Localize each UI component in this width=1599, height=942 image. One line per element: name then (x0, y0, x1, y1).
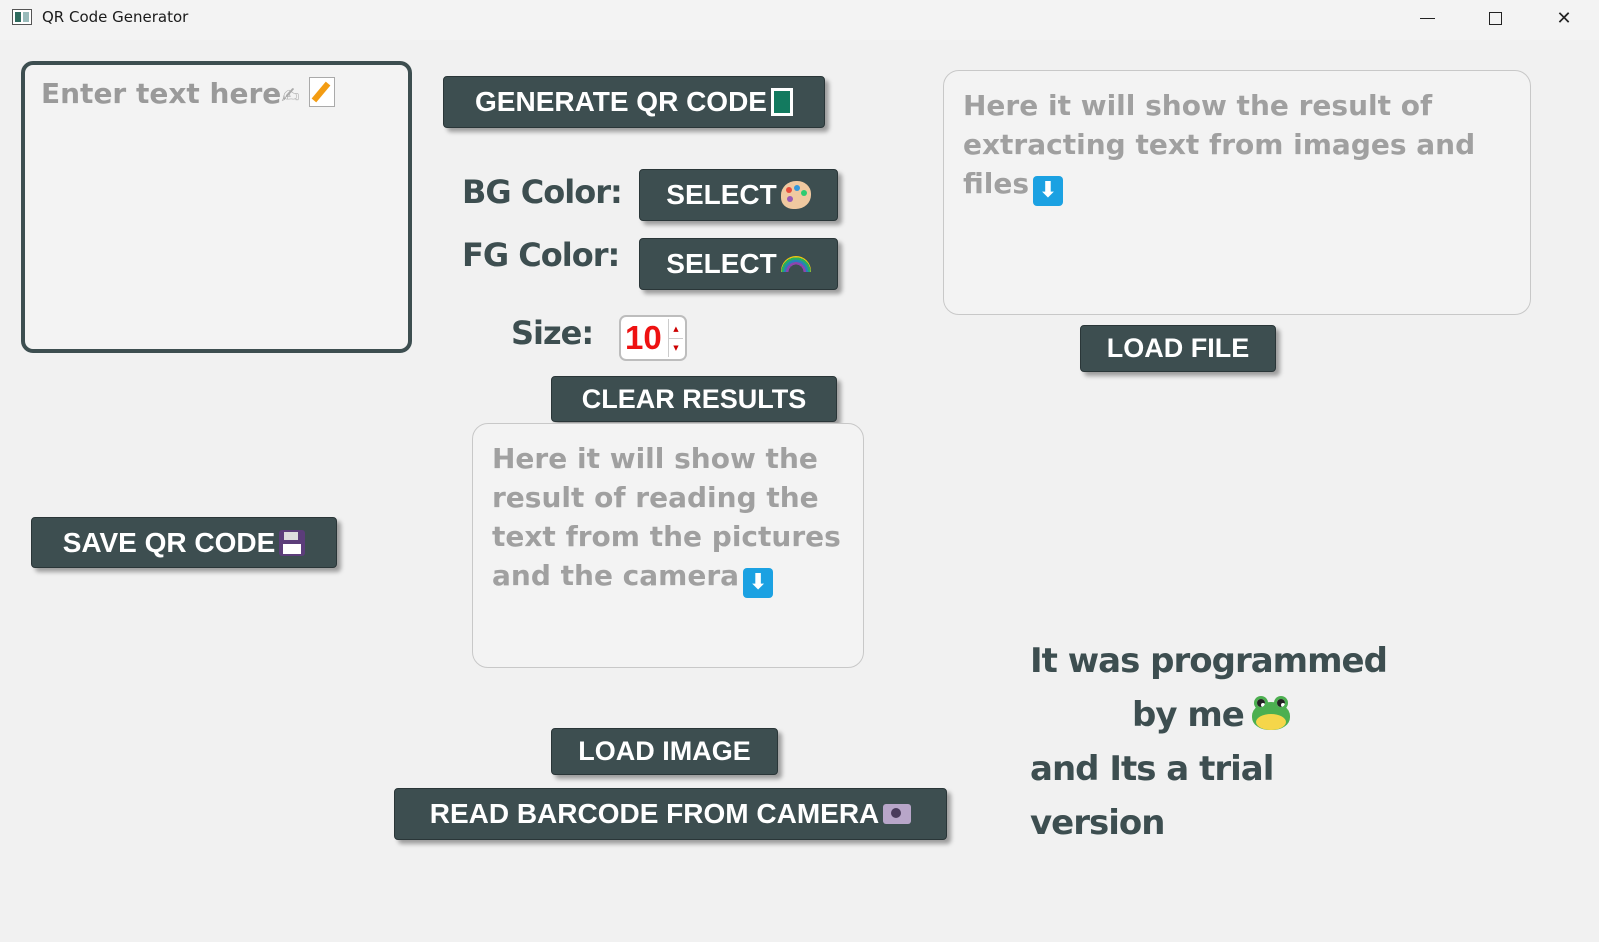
palette-icon (780, 181, 811, 209)
qr-code-icon (770, 88, 793, 116)
generate-label: GENERATE QR CODE (475, 86, 767, 117)
maximize-icon (1488, 11, 1502, 25)
close-icon: ✕ (1556, 7, 1572, 29)
file-result-box[interactable]: Here it will show the result of extracti… (943, 70, 1531, 315)
close-button[interactable]: ✕ (1530, 0, 1598, 36)
read-camera-label: READ BARCODE FROM CAMERA (429, 798, 880, 829)
load-image-label: LOAD IMAGE (578, 736, 751, 766)
bg-color-label: BG Color: (462, 173, 623, 211)
maximize-button[interactable] (1461, 0, 1529, 36)
load-image-button[interactable]: LOAD IMAGE (551, 728, 778, 775)
load-file-button[interactable]: LOAD FILE (1080, 325, 1276, 372)
frog-icon (1250, 694, 1292, 732)
read-barcode-from-camera-button[interactable]: READ BARCODE FROM CAMERA (394, 788, 947, 840)
credit-line-3: and Its a trial version (1030, 749, 1274, 843)
down-arrow-icon: ⬇ (1033, 176, 1064, 206)
save-label: SAVE QR CODE (62, 526, 276, 558)
window-title: QR Code Generator (42, 8, 189, 26)
size-stepper: ▲ ▼ (668, 319, 683, 357)
select-bg-label: SELECT (666, 179, 777, 210)
generate-qr-code-button[interactable]: GENERATE QR CODE (443, 76, 825, 128)
clear-results-button[interactable]: CLEAR RESULTS (551, 376, 837, 422)
credit-text: It was programmed by me and Its a trial … (1020, 634, 1400, 850)
qr-text-input[interactable] (21, 61, 412, 353)
select-fg-color-button[interactable]: SELECT (639, 238, 838, 290)
minimize-icon (1419, 17, 1435, 19)
size-spinbox[interactable]: 10 ▲ ▼ (619, 315, 687, 361)
floppy-disk-icon (279, 529, 306, 556)
size-increment-button[interactable]: ▲ (669, 319, 683, 339)
minimize-button[interactable] (1393, 0, 1461, 36)
save-qr-code-button[interactable]: SAVE QR CODE (31, 517, 337, 568)
clear-label: CLEAR RESULTS (581, 383, 807, 414)
size-value[interactable]: 10 (625, 319, 662, 357)
app-icon (12, 9, 32, 25)
size-label: Size: (511, 314, 594, 352)
select-bg-color-button[interactable]: SELECT (639, 169, 838, 221)
title-bar: QR Code Generator ✕ (0, 0, 1599, 40)
camera-result-box[interactable]: Here it will show the result of reading … (472, 423, 864, 668)
size-decrement-button[interactable]: ▼ (669, 338, 683, 357)
credit-line-1: It was programmed (1030, 641, 1388, 681)
credit-line-2-text: by me (1132, 695, 1245, 735)
select-fg-label: SELECT (666, 248, 777, 279)
credit-line-2: by me (1020, 688, 1400, 742)
down-arrow-icon: ⬇ (743, 568, 774, 598)
camera-icon (883, 804, 912, 824)
load-file-label: LOAD FILE (1106, 333, 1250, 363)
camera-result-placeholder: Here it will show the result of reading … (492, 442, 841, 592)
rainbow-icon (780, 256, 811, 272)
fg-color-label: FG Color: (462, 236, 620, 274)
